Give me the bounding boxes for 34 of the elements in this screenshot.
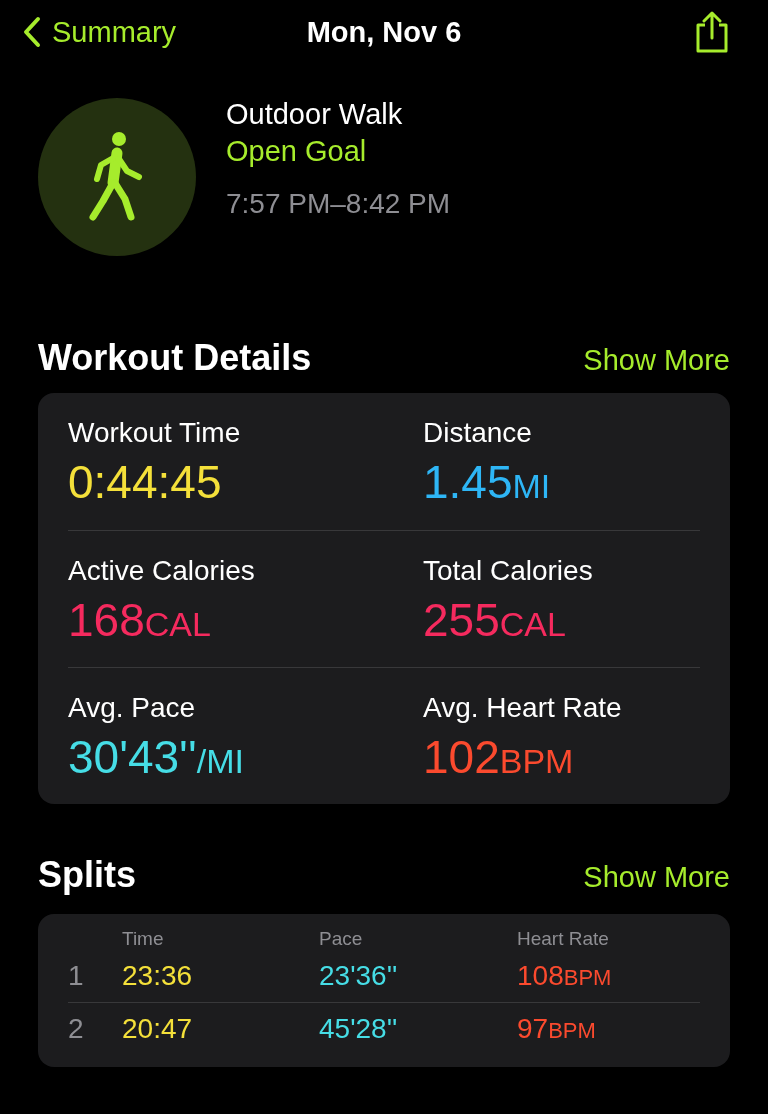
column-header: Time [122, 928, 165, 950]
metric-label: Avg. Pace [68, 692, 196, 724]
share-icon[interactable] [694, 11, 730, 53]
split-value: 23:36 [122, 960, 194, 992]
split-value: 97BPM [517, 1013, 597, 1045]
split-value: 20:47 [122, 1013, 194, 1045]
date-title: Mon, Nov 6 [306, 15, 462, 48]
metric-label: Avg. Heart Rate [423, 692, 622, 724]
show-more-link[interactable]: Show More [583, 344, 730, 377]
column-header: Heart Rate [517, 928, 610, 950]
column-header: Pace [319, 928, 364, 950]
metric-value: 30'43''/MI [68, 730, 244, 784]
metric-label: Total Calories [423, 555, 593, 587]
chevron-left-icon [22, 16, 42, 48]
metric-value: 102BPM [423, 730, 574, 784]
split-value: 45'28'' [319, 1013, 399, 1045]
metric-value: 1.45MI [423, 455, 551, 509]
back-button[interactable]: Summary [22, 15, 177, 49]
workout-goal: Open Goal [226, 135, 368, 168]
metric-label: Active Calories [68, 555, 255, 587]
metric-value: 0:44:45 [68, 455, 222, 509]
workout-name: Outdoor Walk [226, 98, 404, 131]
split-value: 108BPM [517, 960, 613, 992]
section-heading: Workout Details [38, 337, 312, 379]
metric-value: 168CAL [68, 593, 211, 647]
metric-label: Workout Time [68, 417, 241, 449]
split-number: 1 [68, 960, 85, 992]
show-more-link[interactable]: Show More [583, 861, 730, 894]
split-value: 23'36'' [319, 960, 399, 992]
split-number: 2 [68, 1013, 85, 1045]
time-range: 7:57 PM–8:42 PM [226, 188, 451, 220]
metric-value: 255CAL [423, 593, 566, 647]
section-heading: Splits [38, 854, 136, 896]
metric-label: Distance [423, 417, 532, 449]
